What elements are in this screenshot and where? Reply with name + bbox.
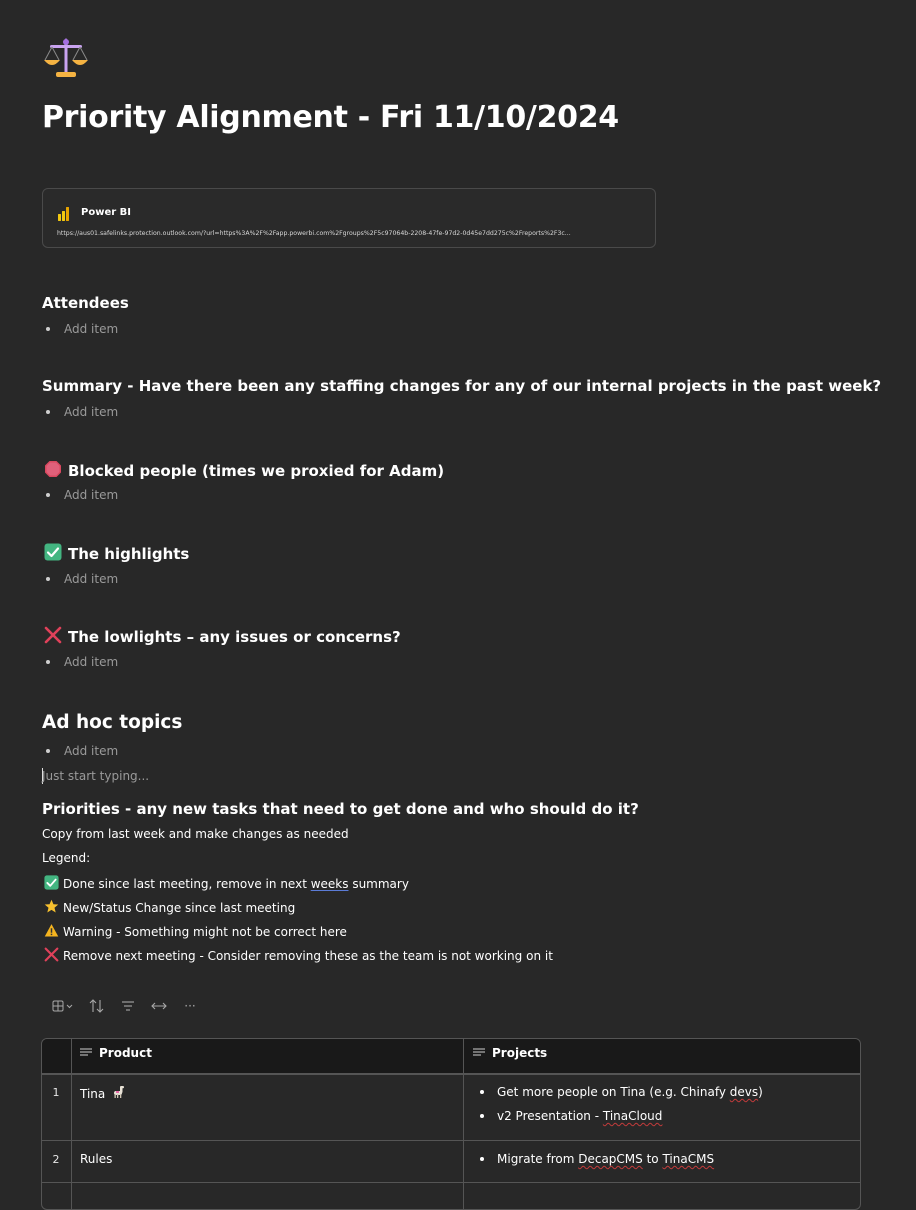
star-icon [44,899,59,917]
llama-icon [111,1085,125,1102]
table-cell-product[interactable]: Rules [80,1152,112,1166]
column-divider [463,1039,464,1209]
page-title[interactable]: Priority Alignment - Fri 11/10/2024 [42,100,619,135]
add-item-lowlights[interactable]: Add item [42,655,118,669]
add-item-placeholder: Add item [64,322,119,336]
legend-text: New/Status Change since last meeting [63,901,296,915]
bullet-dot [480,1114,484,1118]
project-text-misspelled: DecapCMS [578,1152,643,1166]
project-text: ) [758,1085,763,1099]
priorities-note[interactable]: Copy from last week and make changes as … [42,827,349,841]
more-icon[interactable]: ··· [178,996,202,1016]
heading-priorities[interactable]: Priorities - any new tasks that need to … [42,800,639,818]
bullet-dot [46,493,50,497]
link-card-title: Power BI [81,207,131,218]
product-name: Tina [80,1086,106,1101]
column-header-product[interactable]: Product [80,1046,152,1060]
legend-label[interactable]: Legend: [42,851,90,865]
text-column-icon [473,1046,485,1060]
check-mark-icon [44,875,59,893]
legend-text-underlined: weeks [310,877,349,891]
check-mark-icon [44,543,62,565]
balance-scale-icon[interactable] [42,34,90,80]
add-item-blocked[interactable]: Add item [42,488,118,502]
project-text-misspelled: TinaCloud [602,1109,663,1123]
column-header-projects[interactable]: Projects [473,1046,547,1060]
cross-mark-icon [44,947,59,965]
add-item-placeholder: Add item [64,572,119,586]
heading-summary[interactable]: Summary - Have there been any staffing c… [42,377,881,395]
legend-text: Remove next meeting - Consider removing … [63,949,553,963]
priorities-table: Product Projects 1 Tina Get more people … [41,1038,861,1210]
bullet-dot [46,660,50,664]
bullet-dot [46,410,50,414]
product-name: Rules [80,1152,113,1166]
add-item-highlights[interactable]: Add item [42,572,118,586]
heading-text: The lowlights – any issues or concerns? [68,628,401,646]
table-toolbar: ··· [48,996,202,1016]
power-bi-icon [57,206,71,221]
bullet-dot [46,749,50,753]
filter-icon[interactable] [116,996,140,1016]
row-number[interactable]: 1 [42,1086,70,1099]
heading-text: Attendees [42,294,129,312]
row-divider [42,1182,860,1183]
project-text-misspelled: TinaCMS [662,1152,715,1166]
bullet-dot [480,1157,484,1161]
add-item-placeholder: Add item [64,488,119,502]
legend-text: Warning - Something might not be correct… [63,925,347,939]
heading-text: The highlights [68,545,190,563]
heading-highlights[interactable]: The highlights [44,543,189,565]
row-divider [42,1140,860,1141]
heading-lowlights[interactable]: The lowlights – any issues or concerns? [44,626,401,648]
column-divider [71,1039,72,1209]
row-number[interactable]: 2 [42,1153,70,1166]
stop-sign-icon [44,460,62,482]
legend-item-new[interactable]: New/Status Change since last meeting [44,899,295,917]
legend-item-remove[interactable]: Remove next meeting - Consider removing … [44,947,553,965]
bullet-dot [480,1090,484,1094]
cross-mark-icon [44,626,62,648]
table-cell-product[interactable]: Tina [80,1085,125,1102]
legend-text: Done since last meeting, remove in next [63,877,311,891]
heading-text: Summary - Have there been any staffing c… [42,377,882,395]
add-item-adhoc[interactable]: Add item [42,744,118,758]
list-item[interactable]: Migrate from DecapCMS to TinaCMS [480,1152,714,1166]
add-item-summary[interactable]: Add item [42,405,118,419]
heading-blocked[interactable]: Blocked people (times we proxied for Ada… [44,460,444,482]
project-text: Get more people on Tina (e.g. Chinafy [497,1085,730,1099]
bullet-dot [46,577,50,581]
heading-attendees[interactable]: Attendees [42,294,129,312]
heading-adhoc[interactable]: Ad hoc topics [42,712,182,733]
project-text-misspelled: devs [729,1085,759,1099]
list-item[interactable]: Get more people on Tina (e.g. Chinafy de… [480,1085,763,1099]
add-item-placeholder: Add item [64,744,119,758]
text-column-icon [80,1046,92,1060]
legend-item-done[interactable]: Done since last meeting, remove in next … [44,875,409,893]
powerbi-link-card[interactable]: Power BI https://aus01.safelinks.protect… [42,188,656,248]
heading-text: Priorities - any new tasks that need to … [42,800,639,818]
column-header-label: Product [99,1046,152,1060]
table-header-row [42,1039,860,1075]
link-card-url[interactable]: https://aus01.safelinks.protection.outlo… [57,230,643,237]
list-item[interactable]: v2 Presentation - TinaCloud [480,1109,662,1123]
heading-text: Blocked people (times we proxied for Ada… [68,462,445,480]
legend-text: summary [348,877,409,891]
warning-icon [44,923,59,941]
add-item-placeholder: Add item [64,405,119,419]
project-text: to [642,1152,663,1166]
project-text: v2 Presentation - [497,1109,603,1123]
column-width-icon[interactable] [140,996,178,1016]
bullet-dot [46,327,50,331]
add-item-placeholder: Add item [64,655,119,669]
project-text: Migrate from [497,1152,579,1166]
typing-placeholder[interactable]: Just start typing... [42,769,149,783]
sort-icon[interactable] [78,996,116,1016]
column-header-label: Projects [492,1046,548,1060]
add-item-attendees[interactable]: Add item [42,322,118,336]
table-view-icon[interactable] [48,996,78,1016]
legend-item-warning[interactable]: Warning - Something might not be correct… [44,923,347,941]
